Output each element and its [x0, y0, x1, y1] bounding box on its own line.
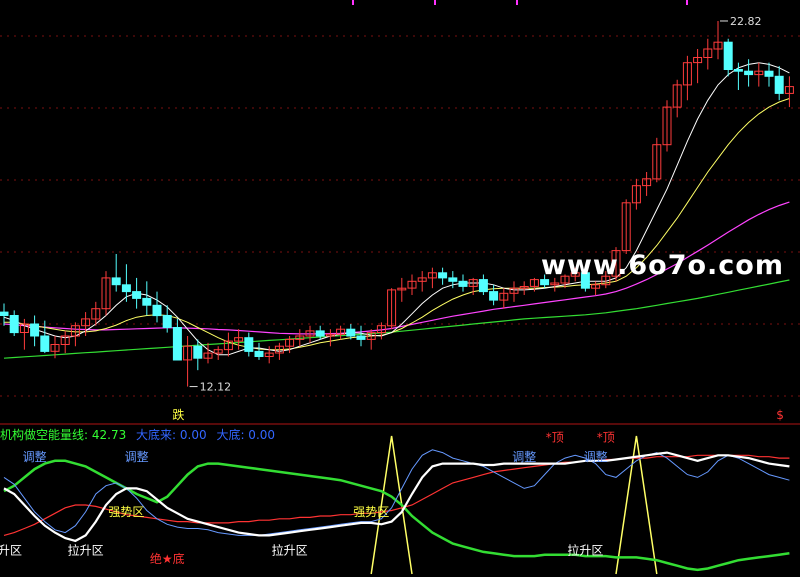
candle-down: [40, 335, 50, 352]
ma-green-line: [3, 279, 790, 359]
candle-down: [162, 315, 172, 328]
price-high-label: 22.82: [730, 15, 762, 28]
indicator-label: 拉升区: [0, 543, 22, 558]
signal-die: 跌: [172, 407, 184, 422]
indicator-label: 拉升区: [68, 543, 104, 558]
candle-down: [193, 345, 203, 359]
top-tick: [516, 0, 518, 5]
candle-down: [489, 291, 499, 301]
indicator-label: 拉升区: [272, 543, 308, 558]
candle-down: [121, 284, 131, 293]
candle-down: [723, 41, 733, 70]
candle-down: [356, 335, 366, 340]
candle-down: [764, 70, 774, 77]
candle-down: [9, 315, 19, 334]
candle-down: [30, 323, 40, 337]
indicator-label: 强势区: [108, 505, 144, 519]
candle-down: [244, 337, 254, 352]
indicator-value-energy: 机构做空能量线: 42.73: [0, 428, 127, 442]
indicator-label: 调整: [512, 449, 536, 464]
candle-down: [733, 69, 743, 72]
indicator-value-dadi: 大底: 0.00: [216, 428, 276, 442]
candle-down: [0, 311, 9, 317]
indicator-label: 调整: [584, 449, 608, 464]
candle-down: [152, 304, 162, 317]
chart-stage: 22.82 12.12 跌 $ 调整 调整 调整 调整强势区 强势区 *顶 *顶拉升区 拉升区 拉升区 拉…: [0, 0, 800, 577]
candle-down: [111, 277, 121, 286]
candle-down: [132, 291, 142, 299]
candle-down: [438, 272, 448, 279]
indicator-label: *顶: [597, 431, 615, 445]
candlestick-chart[interactable]: 22.82 12.12 跌 $ 调整 调整 调整 调整强势区 强势区 *顶 *顶拉升区 拉升区 拉升区 拉…: [0, 0, 800, 577]
indicator-label: 绝★底: [150, 551, 185, 566]
signal-dollar: $: [776, 408, 784, 422]
indicator-value-dadilai: 大底来: 0.00: [136, 428, 207, 442]
candle-down: [744, 70, 754, 76]
candle-down: [142, 297, 152, 306]
top-tick: [352, 0, 354, 5]
candle-down: [478, 279, 488, 293]
price-low-label: 12.12: [200, 381, 232, 394]
indicator-title: 机构做空能量线: 42.73 大底来: 0.00 大底: 0.00: [0, 426, 281, 443]
indicator-label: 拉升区: [567, 543, 603, 558]
top-tick: [434, 0, 436, 5]
indicator-label: 调整: [125, 449, 149, 464]
indicator-line: [3, 449, 790, 536]
candle-down: [448, 277, 458, 282]
candle-down: [458, 280, 468, 287]
indicator-label: 强势区: [353, 505, 389, 519]
candle-down: [315, 330, 325, 337]
watermark-text: www.6o7o.com: [541, 250, 784, 281]
candle-down: [254, 350, 264, 357]
candle-down: [172, 327, 182, 361]
candle-down: [774, 75, 784, 94]
ma-yellow-line: [4, 98, 790, 351]
indicator-label: 调整: [23, 449, 47, 464]
indicator-label: *顶: [546, 431, 564, 445]
top-tick: [686, 0, 688, 5]
candle-down: [346, 328, 356, 337]
ma-white-line: [3, 62, 790, 356]
